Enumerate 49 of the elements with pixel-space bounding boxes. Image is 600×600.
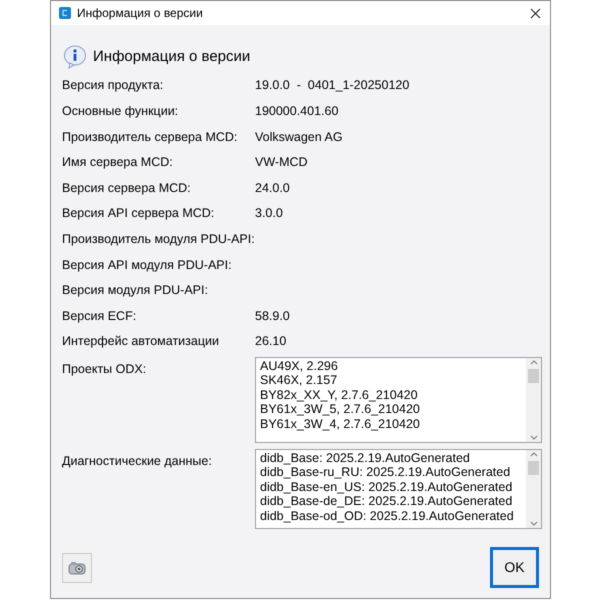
field-label: Производитель сервера MCD:: [62, 128, 238, 146]
screenshot-button[interactable]: [62, 553, 92, 583]
scrollbar[interactable]: [526, 358, 541, 442]
list-item[interactable]: didb_Base-ru_RU: 2025.2.19.AutoGenerated: [260, 465, 526, 480]
window-title: Информация о версии: [77, 5, 203, 22]
field-value: 190000.401.60: [255, 103, 338, 120]
scroll-up-icon[interactable]: [530, 360, 538, 365]
camera-icon: [68, 561, 86, 575]
list-item[interactable]: BY82x_XX_Y, 2.7.6_210420: [260, 388, 526, 402]
list-item[interactable]: didb_Base-en_US: 2025.2.19.AutoGenerated: [260, 480, 526, 494]
list-item[interactable]: BY61x_3W_4, 2.7.6_210420: [260, 416, 526, 432]
field-label: Производитель модуля PDU-API:: [62, 230, 255, 248]
header-title: Информация о версии: [93, 46, 250, 67]
field-value: VW-MCD: [255, 154, 308, 172]
scrollbar[interactable]: [526, 450, 541, 528]
list-item[interactable]: didb_Base: 2025.2.19.AutoGenerated: [260, 450, 526, 466]
field-label: Версия модуля PDU-API:: [62, 282, 209, 300]
field-label: Имя сервера MCD:: [62, 154, 174, 172]
scroll-thumb[interactable]: [528, 460, 539, 475]
scroll-thumb[interactable]: [528, 368, 539, 383]
list-item[interactable]: SK46X, 2.157: [260, 373, 526, 388]
field-label: Версия API сервера MCD:: [62, 205, 216, 222]
field-value: 19.0.0 - 0401_1-20250120: [255, 77, 410, 94]
scroll-up-icon[interactable]: [530, 452, 538, 457]
ok-button[interactable]: OK: [490, 547, 539, 588]
list-item[interactable]: didb_Base-od_OD: 2025.2.19.AutoGenerated: [260, 508, 526, 524]
info-icon: [63, 45, 87, 69]
field-value: Volkswagen AG: [255, 128, 343, 146]
field-value: 26.10: [255, 333, 286, 350]
field-value: 3.0.0: [255, 205, 283, 222]
close-icon[interactable]: [530, 8, 541, 18]
list-box[interactable]: didb_Base: 2025.2.19.AutoGenerated didb_Base-ru_RU: 2025.2.19.AutoGenerated didb_Base-en_US: 2025.2.19.AutoGenerated didb_Base-de_DE: 2025.2.19.AutoGenerated didb_Base-od_OD: 2025.2.19.AutoGenerated: [255, 448, 542, 529]
list-box[interactable]: AU49X, 2.296 SK46X, 2.157 BY82x_XX_Y, 2.7.6_210420 BY61x_3W_5, 2.7.6_210420 BY61x_3W_4, 2.7.6_210420: [255, 356, 542, 443]
field-label: Версия API модуля PDU-API:: [62, 256, 233, 274]
list-item[interactable]: BY61x_3W_5, 2.7.6_210420: [260, 402, 526, 417]
field-label: Интерфейс автоматизации: [62, 333, 220, 350]
list-item[interactable]: didb_Base-de_DE: 2025.2.19.AutoGenerated: [260, 494, 526, 509]
field-label: Версия продукта:: [62, 77, 164, 94]
scroll-down-icon[interactable]: [530, 520, 538, 526]
field-label: Версия ECF:: [62, 308, 138, 325]
scroll-down-icon[interactable]: [530, 434, 538, 440]
field-value: 58.9.0: [255, 308, 290, 325]
field-label: Версия сервера MCD:: [62, 180, 192, 197]
app-icon: [59, 7, 71, 19]
field-value: 24.0.0: [255, 180, 290, 197]
field-label: Проекты ODX:: [62, 360, 148, 378]
field-label: Диагностические данные:: [62, 452, 213, 470]
list-item[interactable]: AU49X, 2.296: [260, 358, 526, 374]
field-label: Основные функции:: [62, 103, 180, 120]
